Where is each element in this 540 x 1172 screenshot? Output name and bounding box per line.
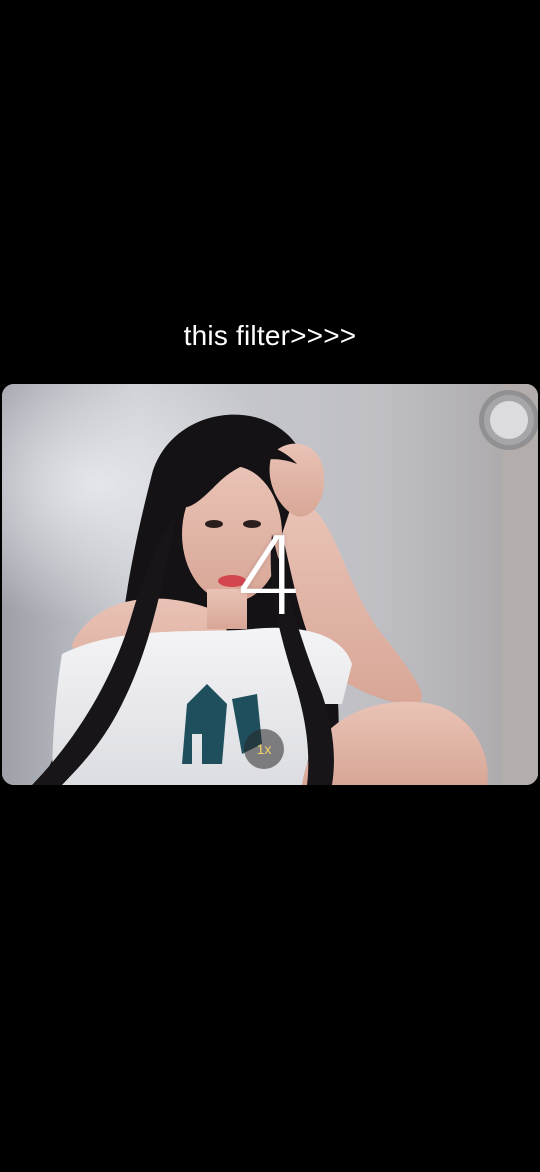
camera-viewfinder[interactable]: 4 1x xyxy=(2,384,538,785)
countdown-timer: 4 xyxy=(235,515,305,640)
overlay-caption: this filter>>>> xyxy=(183,320,357,351)
screen: this filter>>>> 4 1x xyxy=(0,0,540,1172)
shutter-icon xyxy=(479,390,538,450)
zoom-button[interactable]: 1x xyxy=(244,729,284,769)
shutter-button[interactable] xyxy=(472,386,538,456)
